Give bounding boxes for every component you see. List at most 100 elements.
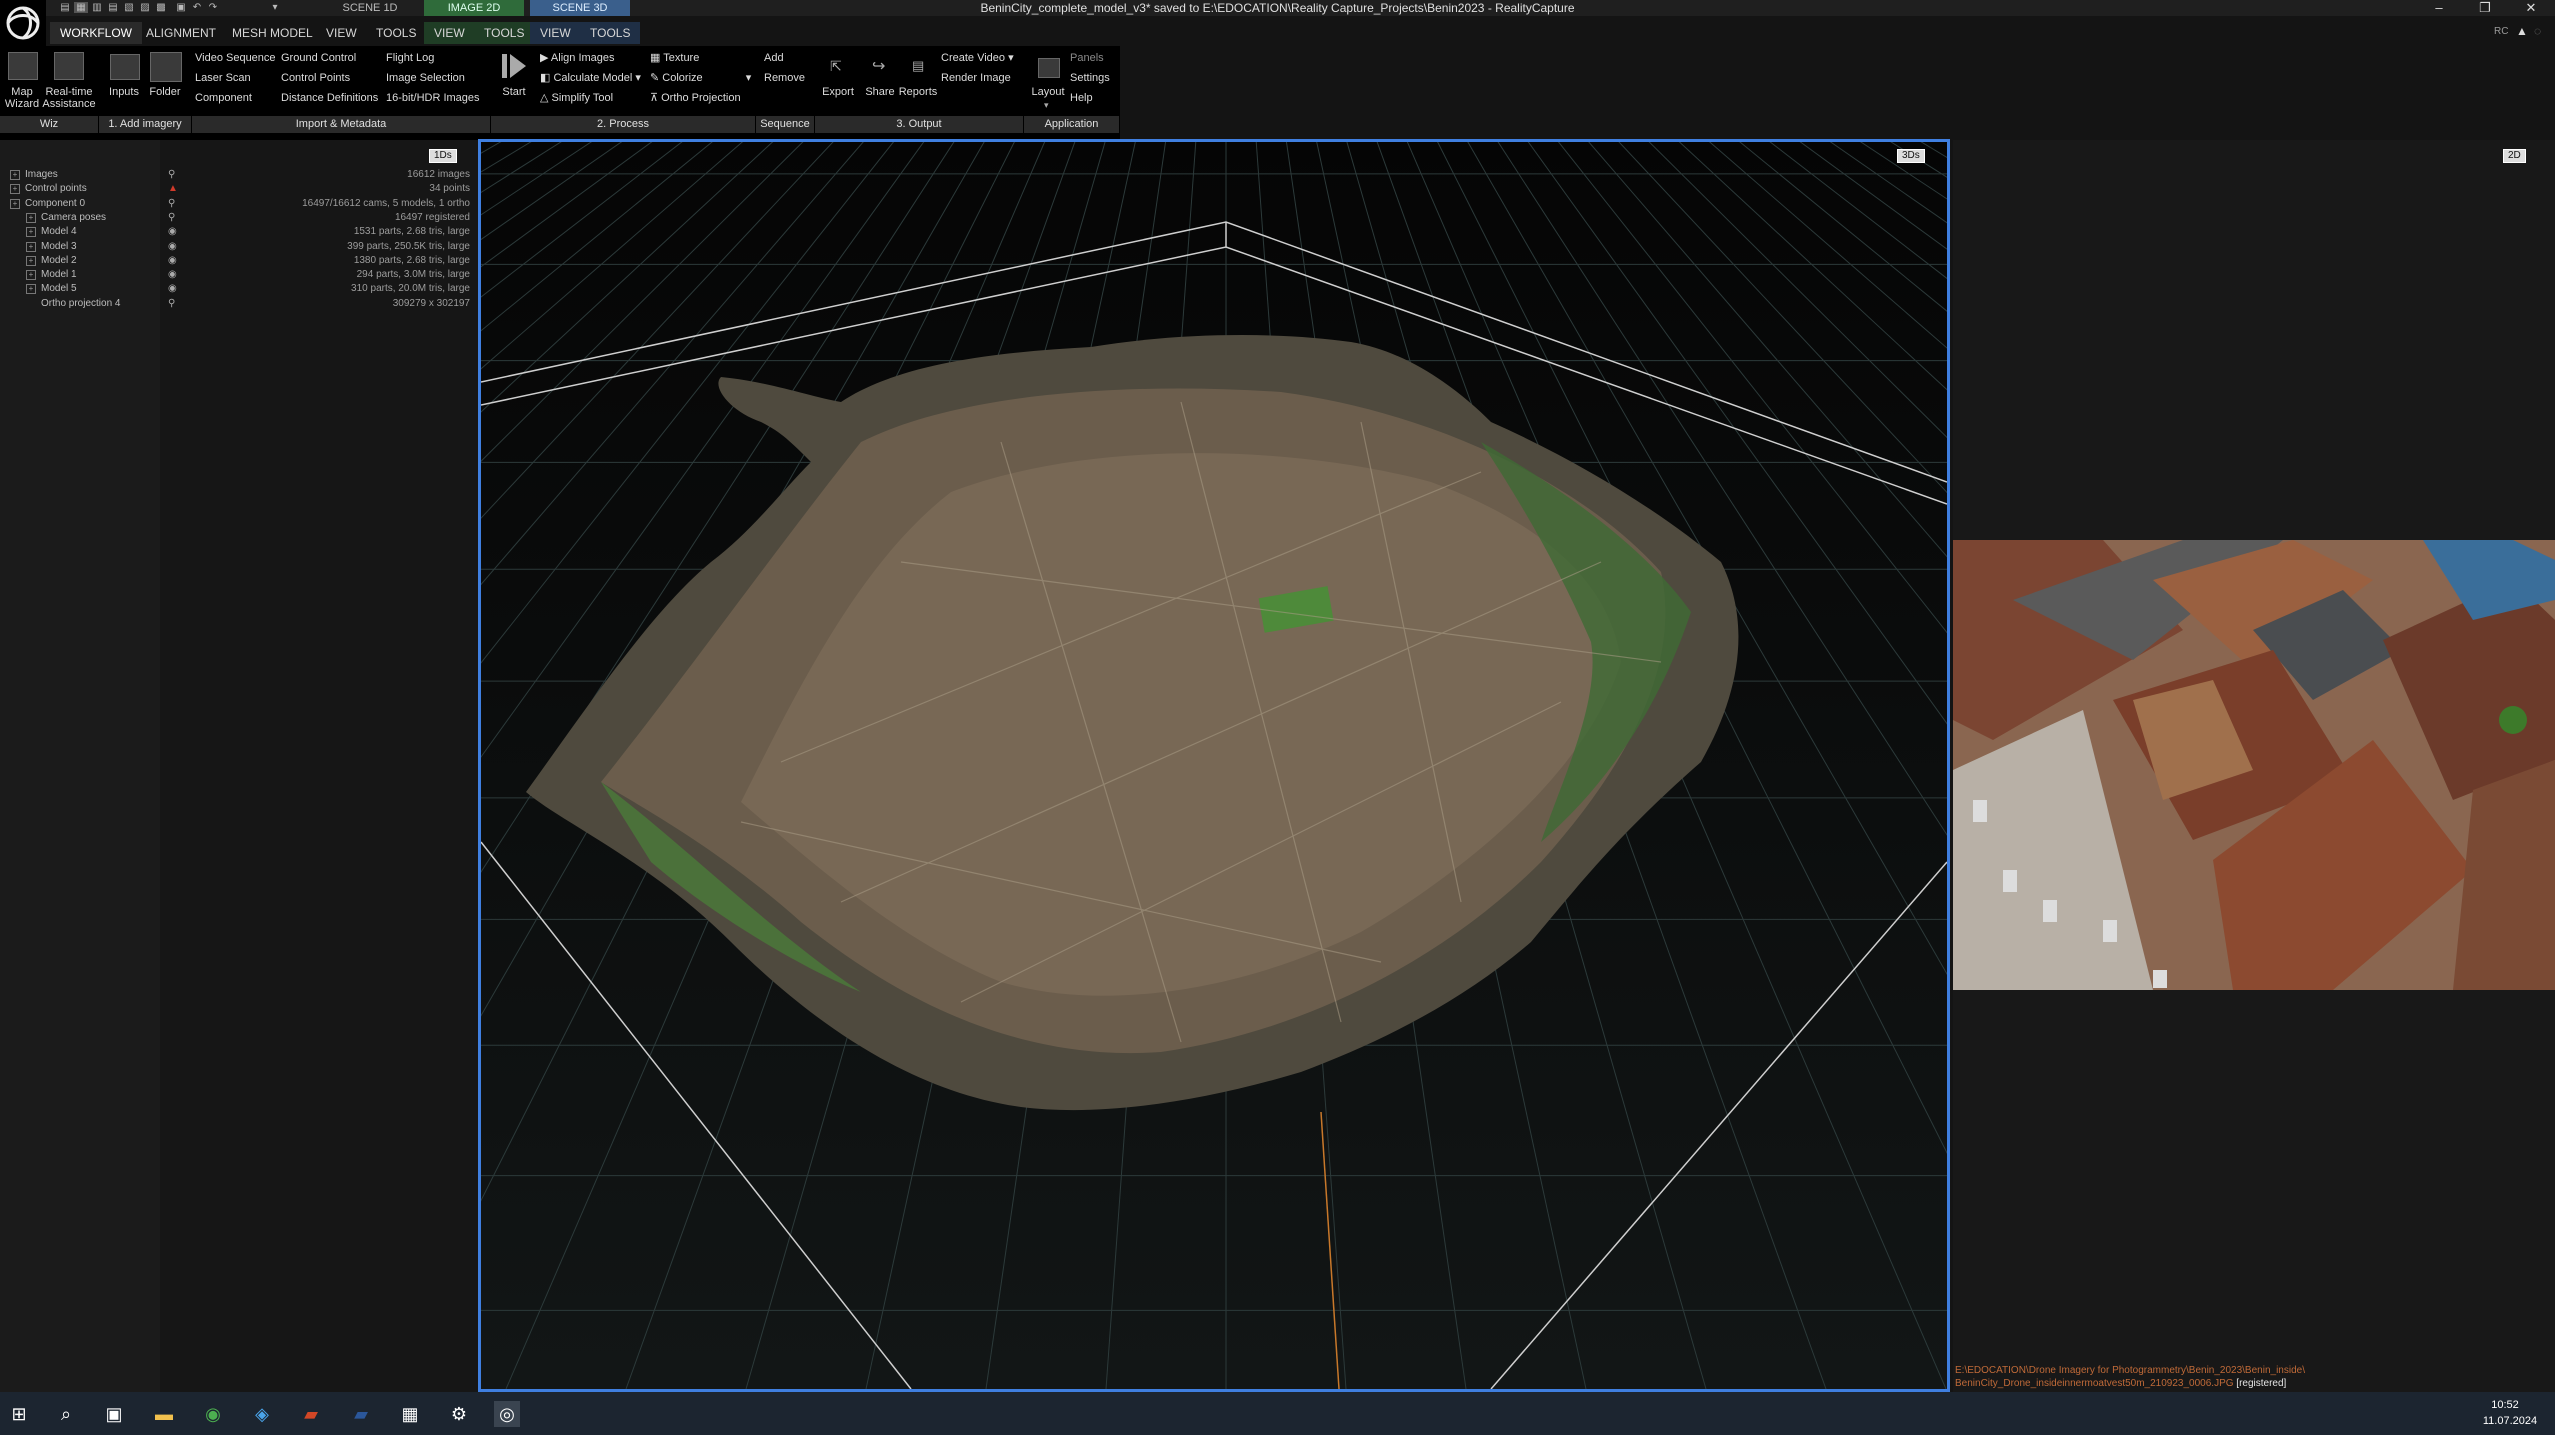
visibility-icon[interactable]: ◉ [168,282,177,296]
tab-alignment[interactable]: ALIGNMENT [136,22,226,44]
tab-view[interactable]: VIEW [316,22,367,44]
tree-item-value: 309279 x 302197 [392,297,470,309]
tree-item[interactable]: + Model 5 [26,282,77,296]
panel-badge-2d[interactable]: 2D [2503,149,2526,163]
tree-item[interactable]: + Model 2 [26,254,77,268]
tab-view-3d[interactable]: VIEW [530,22,581,44]
tree-item[interactable]: + Control points [10,182,87,196]
visibility-icon[interactable]: ◉ [168,268,177,282]
chrome-icon[interactable]: ◉ [200,1401,226,1427]
drone-image-preview[interactable] [1953,540,2555,990]
control-point-icon[interactable]: ▲ [168,182,178,196]
pin-icon[interactable]: ⚲ [168,297,175,311]
image-path-line2: BeninCity_Drone_insideinnermoatvest50m_2… [1955,1377,2286,1390]
expand-icon[interactable]: + [26,227,36,238]
expand-icon[interactable]: + [10,198,20,209]
visibility-icon[interactable]: ◉ [168,240,177,254]
tab-mesh-model[interactable]: MESH MODEL [222,22,323,44]
tree-item[interactable]: + Component 0 [10,197,85,211]
share-button[interactable]: Share [860,86,900,98]
inputs-button[interactable]: Inputs [104,86,144,98]
texture-icon: ▦ [650,52,664,64]
expand-icon[interactable]: + [10,184,20,195]
warning-icon[interactable]: ▲ [2516,24,2528,38]
tab-tools[interactable]: TOOLS [366,22,426,44]
reports-button[interactable]: Reports [898,86,938,98]
align-images-button[interactable]: ▶ Align Images [540,52,615,65]
ground-control-button[interactable]: Ground Control [281,52,356,65]
tree-item-value: 16497/16612 cams, 5 models, 1 ortho [302,197,470,209]
laser-scan-button[interactable]: Laser Scan [195,72,251,85]
powerpoint-icon[interactable]: ▰ [298,1401,324,1427]
sequence-add-button[interactable]: Add [764,52,784,65]
settings-button[interactable]: Settings [1070,72,1110,85]
web-app-icon[interactable]: ◈ [249,1401,275,1427]
export-button[interactable]: Export [818,86,858,98]
tab-tools-3d[interactable]: TOOLS [580,22,641,44]
close-button[interactable]: ✕ [2508,0,2554,16]
panel-badge-1ds[interactable]: 1Ds [429,149,457,163]
tree-item[interactable]: + Camera poses [26,211,106,225]
tree-item[interactable]: Ortho projection 4 [26,297,121,311]
task-view-icon[interactable]: ▣ [101,1401,127,1427]
panel-badge-3ds[interactable]: 3Ds [1897,149,1925,163]
distance-definitions-button[interactable]: Distance Definitions [281,92,378,105]
tree-item[interactable]: + Model 1 [26,268,77,282]
expand-icon[interactable]: + [10,170,20,180]
tree-item[interactable]: + Model 3 [26,240,77,254]
calculator-icon[interactable]: ▦ [397,1401,423,1427]
component-button[interactable]: Component [195,92,252,105]
render-image-button[interactable]: Render Image [941,72,1011,85]
taskbar [0,1392,2555,1435]
visibility-icon[interactable]: ◉ [168,225,177,239]
folder-button[interactable]: Folder [144,86,186,98]
realitycapture-taskbar-icon[interactable]: ◎ [494,1401,520,1427]
minimize-button[interactable]: – [2416,0,2462,16]
ortho-projection-button[interactable]: ⊼ Ortho Projection [650,92,741,105]
texture-button[interactable]: ▦ Texture [650,52,699,65]
panels-button[interactable]: Panels [1070,52,1104,65]
pin-icon[interactable]: ⚲ [168,197,175,211]
colorize-button[interactable]: ✎ Colorize ▾ [650,72,751,85]
search-icon[interactable]: ⌕ [53,1401,79,1427]
word-icon[interactable]: ▰ [348,1401,374,1427]
restore-button[interactable]: ❐ [2462,0,2508,16]
flight-log-button[interactable]: Flight Log [386,52,434,65]
windows-start-icon[interactable]: ⊞ [6,1401,32,1427]
app-logo[interactable] [0,0,46,46]
ortho-projection-label: Ortho Projection [661,92,741,104]
help-circle-icon[interactable]: ◌ [2534,24,2541,38]
simplify-tool-button[interactable]: △ Simplify Tool [540,92,613,105]
start-button[interactable]: Start [496,86,532,98]
expand-icon[interactable]: + [26,255,36,266]
layout-button[interactable]: Layout [1028,86,1068,98]
create-video-button[interactable]: Create Video ▾ [941,52,1014,65]
layout-icon [1038,58,1060,78]
tab-workflow[interactable]: WORKFLOW [50,22,142,44]
expand-icon[interactable]: + [26,212,36,223]
pin-icon[interactable]: ⚲ [168,211,175,225]
scene-3d-canvas[interactable] [481,142,1947,1389]
tree-item-value: 310 parts, 20.0M tris, large [351,283,470,295]
visibility-icon[interactable]: ◉ [168,254,177,268]
expand-icon[interactable]: + [26,241,36,252]
realtime-assistance-button[interactable]: Real-time Assistance [40,86,98,110]
tab-view-2d[interactable]: VIEW [424,22,475,44]
expand-icon[interactable]: + [26,284,36,295]
tab-tools-2d[interactable]: TOOLS [474,22,535,44]
hdr-images-button[interactable]: 16-bit/HDR Images [386,92,480,105]
calculate-model-button[interactable]: ◧ Calculate Model ▾ [540,72,641,85]
scene-3d-view[interactable]: 3Ds [478,139,1950,1392]
help-button[interactable]: Help [1070,92,1093,105]
file-explorer-icon[interactable]: ▬ [151,1401,177,1427]
tree-item[interactable]: + Model 4 [26,225,77,239]
tree-item[interactable]: + Images [10,168,58,182]
settings-gear-icon[interactable]: ⚙ [446,1401,472,1427]
expand-icon[interactable]: + [26,270,36,281]
map-wizard-button[interactable]: Map Wizard [2,86,42,110]
video-sequence-button[interactable]: Video Sequence [195,52,276,65]
pin-icon[interactable]: ⚲ [168,168,175,182]
control-points-button[interactable]: Control Points [281,72,350,85]
sequence-remove-button[interactable]: Remove [764,72,805,85]
image-selection-button[interactable]: Image Selection [386,72,465,85]
